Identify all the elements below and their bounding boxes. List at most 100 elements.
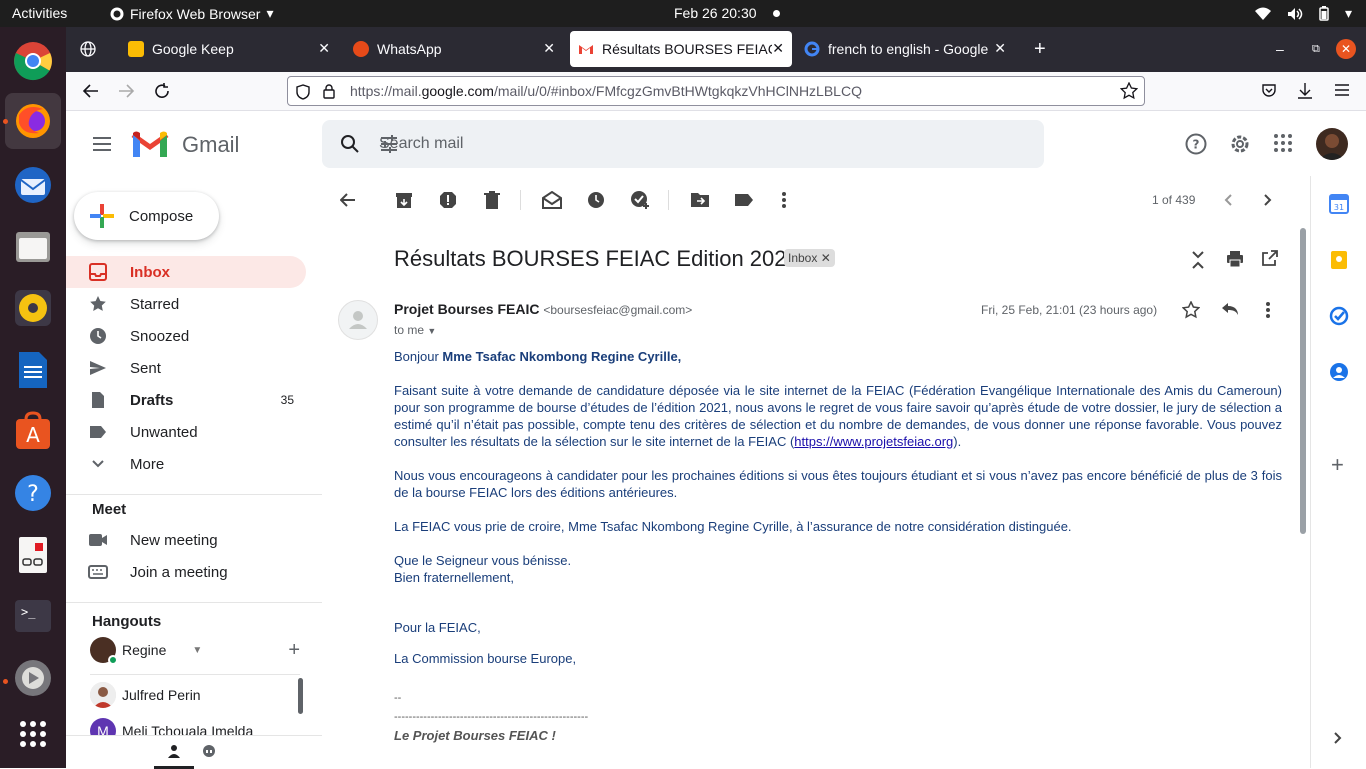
recipient-details[interactable]: to me ▼ [394, 323, 436, 337]
thunderbird-icon[interactable] [12, 164, 54, 206]
scrollbar[interactable] [1300, 228, 1306, 534]
delete-icon[interactable] [480, 188, 504, 212]
help-icon[interactable]: ? [12, 472, 54, 514]
dock: A ? >_ [0, 27, 66, 768]
sender-name[interactable]: Projet Bourses FEAIC [394, 301, 539, 317]
terminal-icon[interactable]: >_ [12, 595, 54, 637]
tab-gmail[interactable]: Résultats BOURSES FEIAC ✕ [570, 31, 792, 67]
recording-indicator-icon [773, 10, 780, 17]
apps-grid-icon[interactable] [1274, 134, 1292, 152]
labels-icon[interactable] [732, 188, 756, 212]
add-contact-icon[interactable]: + [288, 639, 300, 662]
mark-unread-icon[interactable] [540, 188, 564, 212]
main-menu-icon[interactable] [92, 136, 112, 152]
search-bar[interactable]: Search mail [322, 120, 1044, 168]
maximize-icon[interactable]: ⧉ [1304, 31, 1328, 67]
activities-button[interactable]: Activities [12, 5, 67, 21]
star-icon[interactable] [1182, 301, 1200, 319]
newer-icon[interactable] [1216, 188, 1240, 212]
rhythmbox-icon[interactable] [12, 287, 54, 329]
forward-icon[interactable] [117, 82, 135, 100]
scrollbar[interactable] [298, 678, 303, 714]
download-icon[interactable] [1297, 82, 1313, 100]
sidebar-item-snoozed[interactable]: Snoozed [66, 320, 306, 352]
snooze-icon[interactable] [584, 188, 608, 212]
back-icon[interactable] [82, 82, 100, 100]
clock[interactable]: Feb 26 20:30 [674, 5, 757, 21]
sidebar-item-inbox[interactable]: Inbox [66, 256, 306, 288]
minimize-icon[interactable]: – [1268, 31, 1292, 67]
signature-separator: -- [394, 692, 402, 704]
add-addon-icon[interactable]: + [1331, 452, 1344, 478]
search-options-icon[interactable] [379, 134, 1026, 154]
close-icon[interactable]: ✕ [994, 40, 1006, 57]
chrome-icon[interactable] [12, 40, 54, 82]
chevron-right-icon[interactable] [1333, 731, 1343, 745]
older-icon[interactable] [1256, 188, 1280, 212]
calendar-icon[interactable]: 31 [1329, 194, 1349, 214]
more-vertical-icon[interactable] [1266, 302, 1270, 318]
container-tab-icon[interactable] [72, 31, 112, 67]
recipient-name: Mme Tsafac Nkombong Regine Cyrille, [442, 349, 682, 364]
app-grid-icon[interactable] [12, 713, 54, 755]
bookmark-star-icon[interactable] [1120, 82, 1138, 100]
lock-icon[interactable] [322, 83, 336, 99]
pocket-icon[interactable] [1261, 83, 1277, 99]
hangouts-user-status[interactable]: Regine ▼ + [90, 635, 300, 665]
window-close-icon[interactable]: ✕ [1328, 31, 1364, 67]
inbox-label-chip[interactable]: Inbox ✕ [784, 249, 835, 267]
print-icon[interactable] [1226, 250, 1244, 268]
writer-icon[interactable] [12, 349, 54, 391]
new-tab-button[interactable]: + [1026, 31, 1054, 67]
conversations-tab-icon[interactable] [202, 745, 216, 759]
search-icon[interactable] [340, 134, 360, 154]
close-icon[interactable]: ✕ [318, 40, 330, 57]
website-link[interactable]: https://www.projetsfeiac.org [794, 434, 953, 449]
keep-icon[interactable] [1329, 250, 1349, 270]
archive-icon[interactable] [392, 188, 416, 212]
url-bar[interactable]: https://mail.google.com/mail/u/0/#inbox/… [287, 76, 1145, 106]
files-icon[interactable] [12, 225, 54, 267]
avatar[interactable] [1316, 128, 1348, 160]
document-viewer-icon[interactable] [12, 534, 54, 576]
tab-whatsapp[interactable]: WhatsApp ✕ [345, 31, 563, 67]
settings-icon[interactable] [1229, 133, 1251, 155]
join-meeting-button[interactable]: Join a meeting [66, 556, 306, 588]
sidebar-item-drafts[interactable]: Drafts 35 [66, 384, 306, 416]
sidebar-item-starred[interactable]: Starred [66, 288, 306, 320]
tab-google-keep[interactable]: Google Keep ✕ [120, 31, 338, 67]
firefox-icon[interactable] [5, 93, 61, 149]
back-to-inbox-icon[interactable] [336, 188, 360, 212]
gmail-logo-icon[interactable] [131, 129, 169, 159]
new-meeting-button[interactable]: New meeting [66, 524, 306, 556]
menu-icon[interactable] [1334, 83, 1350, 97]
compose-button[interactable]: Compose [74, 192, 219, 240]
report-spam-icon[interactable] [436, 188, 460, 212]
add-to-tasks-icon[interactable] [628, 188, 652, 212]
reply-icon[interactable] [1221, 302, 1239, 316]
software-icon[interactable]: A [12, 410, 54, 452]
app-menu[interactable]: Firefox Web Browser ▾ [110, 5, 273, 22]
close-icon[interactable]: ✕ [772, 40, 784, 57]
sidebar-item-sent[interactable]: Sent [66, 352, 306, 384]
more-vertical-icon[interactable] [772, 188, 796, 212]
open-new-window-icon[interactable] [1262, 250, 1278, 266]
sidebar-item-more[interactable]: More [66, 448, 306, 480]
tab-google-translate[interactable]: french to english - Google ✕ [796, 31, 1014, 67]
close-icon[interactable]: ✕ [543, 40, 555, 57]
close-icon[interactable]: ✕ [821, 251, 831, 265]
shield-icon[interactable] [296, 84, 310, 100]
hangouts-contact[interactable]: Julfred Perin [90, 680, 201, 710]
contacts-tab-icon[interactable] [154, 736, 194, 769]
settings-icon[interactable] [12, 657, 54, 699]
help-icon[interactable]: ? [1185, 133, 1207, 155]
tasks-icon[interactable] [1329, 306, 1349, 326]
sender-avatar[interactable] [338, 300, 378, 340]
system-tray[interactable]: ▾ [1254, 5, 1352, 22]
contacts-icon[interactable] [1329, 362, 1349, 382]
move-to-icon[interactable] [688, 188, 712, 212]
reload-icon[interactable] [153, 82, 171, 100]
caret-down-icon[interactable]: ▼ [192, 645, 202, 656]
sidebar-item-unwanted[interactable]: Unwanted [66, 416, 306, 448]
collapse-all-icon[interactable] [1190, 250, 1206, 270]
